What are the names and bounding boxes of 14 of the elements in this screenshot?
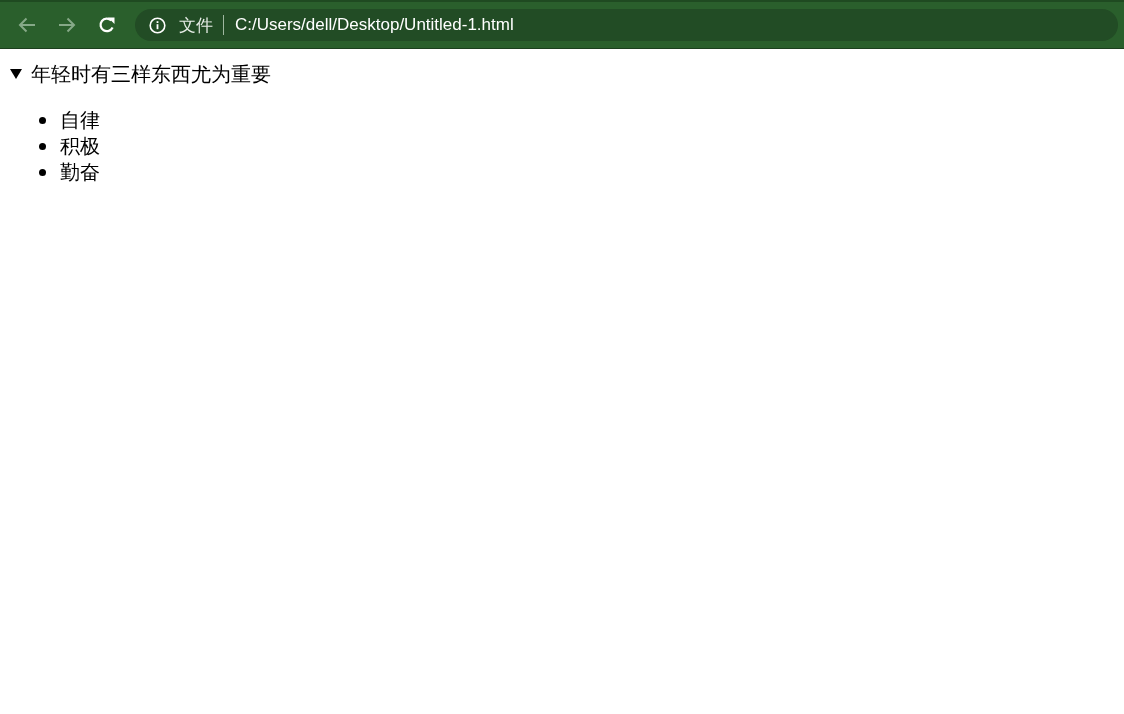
address-bar[interactable]: 文件 C:/Users/dell/Desktop/Untitled-1.html bbox=[135, 9, 1118, 41]
info-icon[interactable] bbox=[149, 16, 166, 34]
bullet-icon bbox=[39, 168, 46, 176]
list-item-text: 勤奋 bbox=[60, 160, 100, 185]
list-item-text: 自律 bbox=[60, 108, 100, 133]
scheme-label: 文件 bbox=[179, 14, 213, 37]
bullet-icon bbox=[39, 142, 46, 150]
bullet-icon bbox=[39, 116, 46, 124]
reload-icon bbox=[98, 16, 116, 34]
list-item-text: 积极 bbox=[60, 134, 100, 159]
back-arrow-icon bbox=[18, 17, 36, 33]
details-summary[interactable]: 年轻时有三样东西尤为重要 bbox=[10, 61, 271, 87]
forward-arrow-icon bbox=[58, 17, 76, 33]
url-text[interactable]: C:/Users/dell/Desktop/Untitled-1.html bbox=[235, 15, 514, 35]
